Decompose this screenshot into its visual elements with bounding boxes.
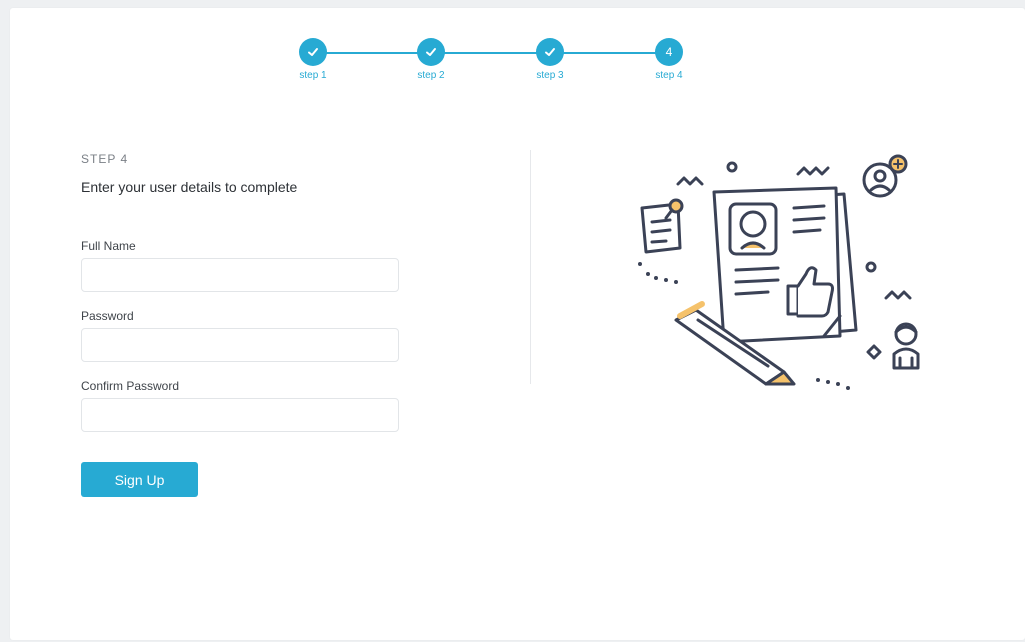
password-label: Password [81, 309, 134, 323]
signup-card: step 1 step 2 step 3 4 step 4 STEP 4 Ent… [10, 8, 1025, 640]
step-3[interactable]: step 3 [520, 38, 580, 81]
vertical-divider [530, 150, 531, 384]
step-title: STEP 4 [81, 152, 129, 166]
full-name-input[interactable] [81, 258, 399, 292]
form-subtitle: Enter your user details to complete [81, 179, 298, 195]
confirm-password-label: Confirm Password [81, 379, 180, 393]
step-2[interactable]: step 2 [401, 38, 461, 81]
stepper-track [313, 52, 669, 54]
progress-stepper: step 1 step 2 step 3 4 step 4 [10, 8, 1025, 108]
step-label: step 1 [299, 70, 327, 81]
checkmark-icon [299, 38, 327, 66]
checkmark-icon [536, 38, 564, 66]
full-name-label: Full Name [81, 239, 136, 253]
step-label: step 2 [417, 70, 445, 81]
step-label: step 4 [655, 70, 683, 81]
step-label: step 3 [536, 70, 564, 81]
step-number: 4 [655, 38, 683, 66]
step-1[interactable]: step 1 [283, 38, 343, 81]
password-input[interactable] [81, 328, 399, 362]
confirm-password-input[interactable] [81, 398, 399, 432]
checkmark-icon [417, 38, 445, 66]
resume-approval-illustration [638, 154, 920, 390]
step-4[interactable]: 4 step 4 [639, 38, 699, 81]
sign-up-button[interactable]: Sign Up [81, 462, 198, 497]
